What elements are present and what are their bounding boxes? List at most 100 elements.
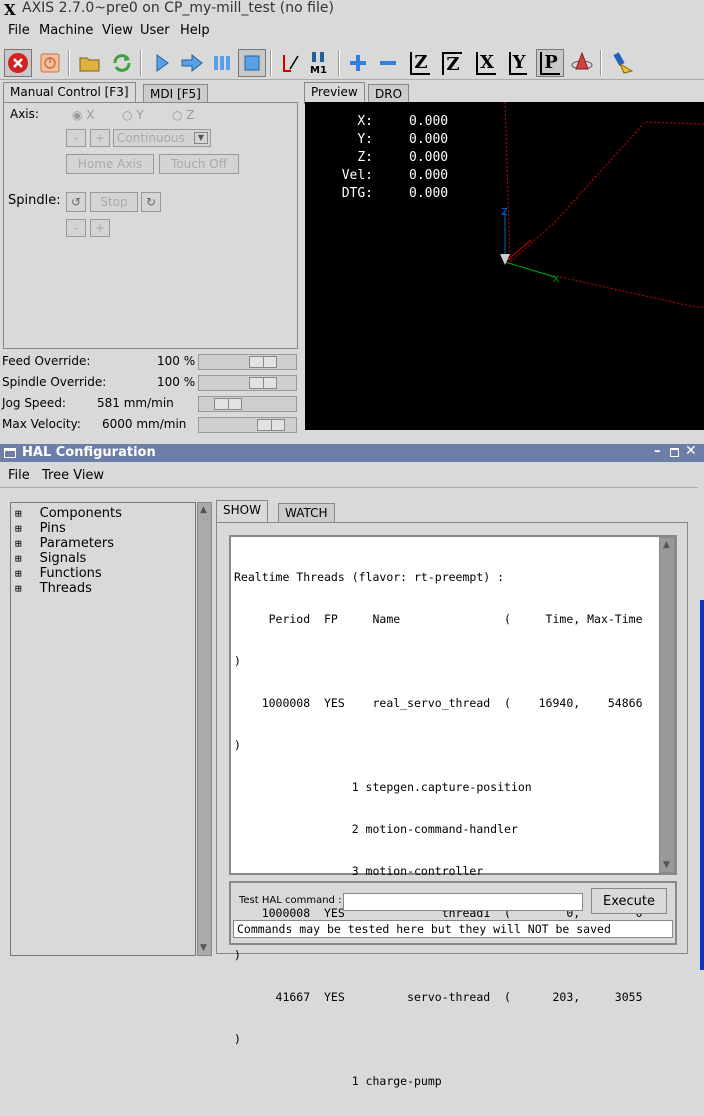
max-velocity-value: 6000 mm/min (102, 417, 187, 431)
minimize-icon[interactable]: – (654, 444, 661, 459)
tab-show-label: SHOW (223, 503, 261, 517)
window-menu-icon[interactable] (4, 448, 16, 458)
tab-show[interactable]: SHOW (216, 500, 268, 522)
axis-x-letter: X (553, 275, 559, 285)
run-icon[interactable] (148, 49, 176, 77)
scroll-up-icon[interactable]: ▲ (200, 505, 207, 515)
menu-machine[interactable]: Machine (39, 23, 93, 38)
jog-minus-button[interactable]: - (66, 129, 86, 147)
max-velocity-slider[interactable] (198, 417, 297, 433)
stop-icon[interactable] (238, 49, 266, 77)
menu-help[interactable]: Help (180, 23, 210, 38)
clear-icon[interactable] (610, 49, 638, 77)
view-z-icon[interactable]: Z (406, 49, 434, 77)
rotate-icon[interactable] (568, 49, 596, 77)
menu-user[interactable]: User (140, 23, 170, 38)
expand-icon[interactable]: ⊞ (15, 552, 22, 565)
hal-window-title: HAL Configuration (22, 445, 156, 460)
view-y-icon[interactable]: Y (504, 49, 532, 77)
spindle-minus-button[interactable]: - (66, 219, 86, 237)
zoom-in-icon[interactable] (344, 49, 372, 77)
hal-window-titlebar[interactable]: HAL Configuration – ✕ (0, 443, 704, 462)
pause-icon[interactable] (208, 49, 236, 77)
reload-icon[interactable] (108, 49, 136, 77)
dro-x-value: 0.000 (409, 114, 449, 129)
dro-dtg-label: DTG: (341, 186, 373, 201)
scroll-down-icon[interactable]: ▼ (200, 943, 207, 953)
jog-mode-select[interactable]: Continuous ▼ (113, 129, 211, 147)
spindle-ccw-icon[interactable]: ↺ (66, 192, 86, 212)
spindle-cw-icon[interactable]: ↻ (141, 192, 161, 212)
tree-item-pins[interactable]: ⊞ Pins (15, 521, 122, 536)
max-velocity-thumb[interactable] (257, 419, 285, 431)
power-icon[interactable] (36, 49, 64, 77)
hal-menubar: File Tree View (0, 462, 698, 488)
tree-scrollbar[interactable]: ▲ ▼ (197, 502, 212, 956)
tree-item-label: Functions (39, 566, 102, 581)
jog-plus-button[interactable]: + (90, 129, 110, 147)
tree-item-parameters[interactable]: ⊞ Parameters (15, 536, 122, 551)
axis-radio-x[interactable]: ◉ X (72, 108, 95, 122)
preview-canvas[interactable]: Z X X: 0.000 Y: 0.000 Z: 0.000 Vel: 0.00… (305, 102, 704, 430)
view-p-label: P (540, 51, 560, 75)
step-icon[interactable] (178, 49, 206, 77)
expand-icon[interactable]: ⊞ (15, 507, 22, 520)
spindle-override-value: 100 % (157, 375, 196, 389)
execute-button[interactable]: Execute (591, 888, 667, 914)
expand-icon[interactable]: ⊞ (15, 522, 22, 535)
test-command-input[interactable] (343, 893, 583, 911)
output-line: 2 motion-command-handler (234, 822, 518, 836)
axis-radio-z[interactable]: ○ Z (172, 108, 195, 122)
expand-icon[interactable]: ⊞ (15, 567, 22, 580)
maximize-icon[interactable] (670, 448, 679, 457)
spindle-plus-button[interactable]: + (90, 219, 110, 237)
spindle-override-thumb[interactable] (249, 377, 277, 389)
overrides-panel: Feed Override: 100 % Spindle Override: 1… (0, 352, 300, 438)
close-icon[interactable]: ✕ (685, 443, 697, 459)
toolbar-separator (140, 50, 142, 76)
feed-override-thumb[interactable] (249, 356, 277, 368)
output-line: ) (234, 738, 241, 752)
spindle-stop-button[interactable]: Stop (90, 192, 138, 212)
tab-dro[interactable]: DRO (368, 84, 410, 104)
jog-speed-slider[interactable] (198, 396, 297, 412)
expand-icon[interactable]: ⊞ (15, 582, 22, 595)
jog-speed-thumb[interactable] (214, 398, 242, 410)
max-velocity-label: Max Velocity: (2, 417, 81, 431)
m1-label: M1 (310, 65, 327, 75)
view-z2-label: Z (442, 51, 462, 75)
output-scrollbar[interactable]: ▲ ▼ (659, 537, 675, 873)
tree-item-signals[interactable]: ⊞ Signals (15, 551, 122, 566)
scroll-up-icon[interactable]: ▲ (663, 540, 670, 550)
tab-watch[interactable]: WATCH (278, 503, 335, 522)
home-axis-button[interactable]: Home Axis (66, 154, 154, 174)
zoom-out-icon[interactable] (374, 49, 402, 77)
scroll-down-icon[interactable]: ▼ (663, 860, 670, 870)
spindle-override-slider[interactable] (198, 375, 297, 391)
expand-icon[interactable]: ⊞ (15, 537, 22, 550)
feed-override-slider[interactable] (198, 354, 297, 370)
hal-menu-tree-view[interactable]: Tree View (42, 468, 104, 483)
estop-icon[interactable] (4, 49, 32, 77)
tab-watch-label: WATCH (285, 506, 328, 520)
menu-view[interactable]: View (102, 23, 133, 38)
view-p-icon[interactable]: P (536, 49, 564, 77)
tree-item-threads[interactable]: ⊞ Threads (15, 581, 122, 596)
hal-output-text: Realtime Threads (flavor: rt-preempt) : … (234, 542, 643, 1116)
optional-stop-icon[interactable]: M1 (306, 49, 334, 77)
tab-mdi[interactable]: MDI [F5] (143, 84, 208, 104)
menu-file[interactable]: File (8, 23, 30, 38)
tab-preview[interactable]: Preview (304, 82, 365, 104)
axis-radio-y[interactable]: ○ Y (122, 108, 144, 122)
output-line: 41667 YES servo-thread ( 203, 3055 (234, 990, 643, 1004)
hal-menu-file[interactable]: File (8, 468, 30, 483)
view-z2-icon[interactable]: Z (438, 49, 466, 77)
touch-off-button[interactable]: Touch Off (159, 154, 239, 174)
tree-item-components[interactable]: ⊞ Components (15, 506, 122, 521)
tree-item-functions[interactable]: ⊞ Functions (15, 566, 122, 581)
block-delete-icon[interactable] (276, 49, 304, 77)
feed-override-value: 100 % (157, 354, 196, 368)
view-x-icon[interactable]: X (472, 49, 500, 77)
open-file-icon[interactable] (76, 49, 104, 77)
tab-manual-control[interactable]: Manual Control [F3] (3, 82, 136, 104)
